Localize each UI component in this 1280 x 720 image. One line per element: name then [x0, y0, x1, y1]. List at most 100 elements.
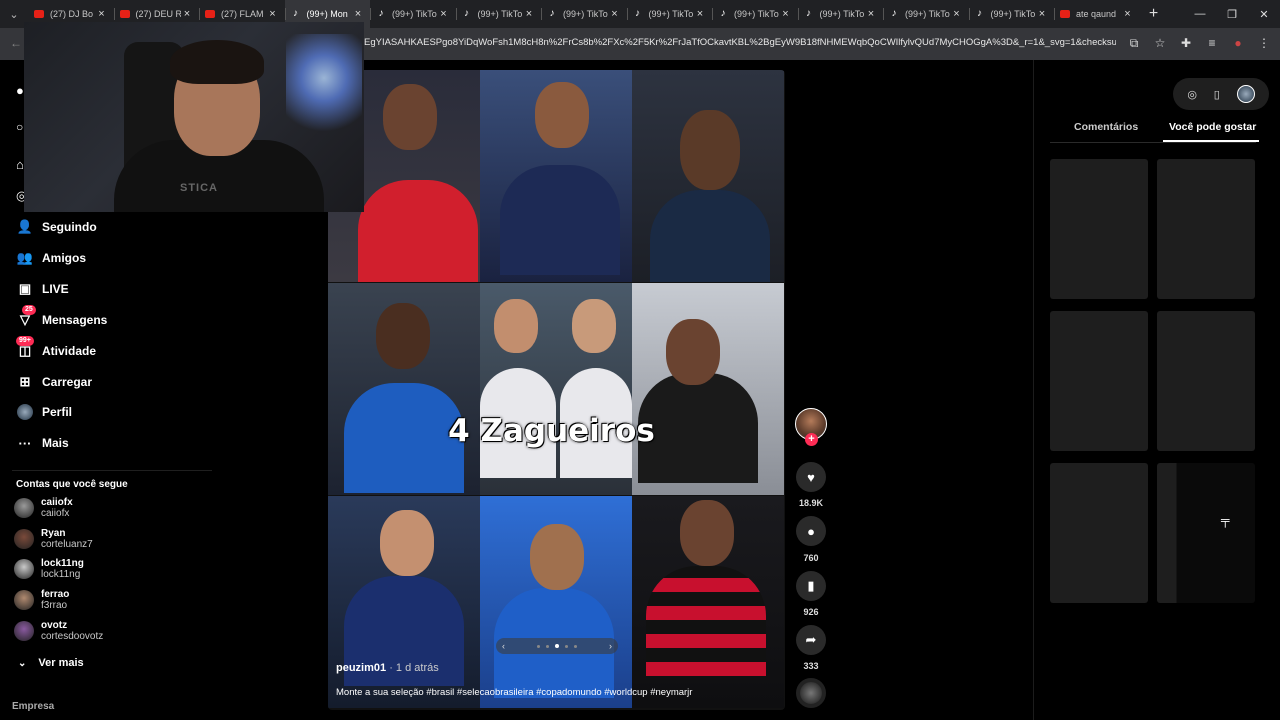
carousel-dot[interactable]: [555, 644, 559, 648]
footer-company-link[interactable]: Empresa: [12, 701, 54, 712]
like-button[interactable]: ♥: [796, 462, 826, 492]
close-tab-icon[interactable]: ×: [1122, 8, 1134, 20]
video-author[interactable]: peuzim01 · 1 d atrás: [336, 662, 439, 674]
suggested-video-thumbnail[interactable]: [1050, 311, 1148, 451]
address-bar-icons: ⧉ ☆ ✚ ≡ ● ⋮: [1126, 36, 1272, 51]
carousel-indicator: ‹ ›: [496, 638, 618, 654]
upload-icon: ⊞: [19, 374, 31, 389]
carousel-next-icon[interactable]: ›: [609, 641, 612, 651]
tab-title: (27) FLAM: [221, 9, 264, 19]
sidebar-item-friends[interactable]: 👥 Amigos: [16, 249, 86, 267]
close-tab-icon[interactable]: ×: [96, 8, 108, 20]
browser-tab[interactable]: (99+) TikTo×: [883, 0, 969, 28]
tab-comments[interactable]: Comentários: [1074, 121, 1138, 133]
minimize-icon[interactable]: —: [1184, 0, 1216, 28]
followed-account[interactable]: caiiofx caiiofx: [14, 497, 73, 519]
sidebar-item-live[interactable]: ▣ LIVE: [16, 280, 69, 298]
close-tab-icon[interactable]: ×: [609, 8, 621, 20]
browser-tab[interactable]: (99+) TikTo×: [370, 0, 456, 28]
carousel-dot[interactable]: [546, 644, 549, 648]
player-photo: [480, 283, 632, 495]
browser-tab[interactable]: (99+) TikTo×: [968, 0, 1055, 28]
tab-title: (99+) TikTo: [990, 9, 1036, 19]
carousel-dot[interactable]: [537, 644, 540, 648]
carousel-dot[interactable]: [574, 644, 577, 648]
close-tab-icon[interactable]: ×: [865, 8, 877, 20]
tiktok-logo-icon[interactable]: ●: [16, 83, 24, 98]
account-name: ovotz: [41, 619, 68, 631]
tiktok-icon: [975, 10, 985, 18]
music-disc-icon[interactable]: [796, 678, 826, 708]
new-tab-button[interactable]: +: [1140, 5, 1168, 23]
tab-title: (99+) TikTo: [905, 9, 950, 19]
see-more-button[interactable]: ⌄ Ver mais: [18, 657, 84, 669]
comment-button[interactable]: ●: [796, 516, 826, 546]
sidebar-item-label: Perfil: [42, 405, 73, 419]
following-accounts-title: Contas que você segue: [16, 479, 128, 490]
extensions-icon[interactable]: ✚: [1178, 36, 1194, 51]
webcam-overlay: STICA: [24, 22, 364, 212]
followed-account[interactable]: Ryan corteluanz7: [14, 528, 93, 550]
account-avatar: [14, 498, 34, 518]
url-text[interactable]: EgYIASAHKAESPgo8YiDqWoFsh1M8cH8n%2FrCs8b…: [364, 37, 1116, 48]
suggested-video-thumbnail[interactable]: [1157, 311, 1255, 451]
close-tab-icon[interactable]: ×: [951, 8, 963, 20]
close-tab-icon[interactable]: ×: [694, 8, 706, 20]
compass-icon[interactable]: ◎: [1187, 88, 1197, 101]
back-icon[interactable]: ←: [10, 36, 22, 50]
close-window-icon[interactable]: ✕: [1248, 0, 1280, 28]
followed-account[interactable]: ferrao f3rrao: [14, 589, 69, 611]
restore-icon[interactable]: ❐: [1216, 0, 1248, 28]
save-button[interactable]: ▮: [796, 571, 826, 601]
window-controls: — ❐ ✕: [1184, 0, 1280, 28]
device-icon[interactable]: ▯: [1214, 88, 1220, 101]
close-tab-icon[interactable]: ×: [181, 8, 193, 20]
tab-title: (99+) TikTo: [392, 9, 437, 19]
browser-tab[interactable]: (99+) TikTo×: [797, 0, 884, 28]
chevron-down-icon: ⌄: [18, 657, 27, 669]
profile-icon[interactable]: ●: [1230, 36, 1246, 51]
author-name[interactable]: peuzim01: [336, 662, 386, 674]
close-tab-icon[interactable]: ×: [438, 8, 450, 20]
search-icon[interactable]: ○: [16, 120, 23, 134]
followed-account[interactable]: ovotz cortesdoovotz: [14, 620, 103, 642]
sidebar-item-activity[interactable]: ◫ 99+ Atividade: [16, 336, 97, 360]
follow-plus-icon[interactable]: +: [805, 433, 818, 446]
carousel-prev-icon[interactable]: ‹: [502, 641, 505, 651]
sidebar-item-profile[interactable]: Perfil: [16, 403, 72, 421]
sidebar-item-label: Atividade: [42, 344, 97, 358]
media-control-icon[interactable]: ≡: [1204, 36, 1220, 51]
browser-tab[interactable]: (99+) TikTo×: [712, 0, 798, 28]
bookmark-star-icon[interactable]: ☆: [1152, 36, 1168, 51]
suggested-video-thumbnail[interactable]: [1157, 159, 1255, 299]
suggested-video-thumbnail[interactable]: [1157, 463, 1255, 603]
video-player[interactable]: 4 Zagueiros ‹ › peuzim01 · 1 d atrás Mon…: [328, 70, 785, 710]
home-icon[interactable]: ⌂: [16, 157, 24, 172]
sidebar-item-upload[interactable]: ⊞ Carregar: [16, 373, 92, 391]
suggested-video-thumbnail[interactable]: [1050, 463, 1148, 603]
user-avatar[interactable]: [1236, 85, 1255, 103]
close-tab-icon[interactable]: ×: [523, 8, 535, 20]
close-tab-icon[interactable]: ×: [1036, 8, 1048, 20]
carousel-dot[interactable]: [565, 644, 568, 648]
sidebar-item-messages[interactable]: ▽ 25 Mensagens: [16, 305, 107, 329]
browser-tab[interactable]: ate qaund ×: [1054, 0, 1140, 28]
suggested-video-thumbnail[interactable]: [1050, 159, 1148, 299]
sidebar-item-following[interactable]: 👤 Seguindo: [16, 218, 97, 236]
close-tab-icon[interactable]: ×: [267, 8, 279, 20]
browser-tab[interactable]: (99+) TikTo×: [626, 0, 713, 28]
browser-tab[interactable]: (99+) TikTo×: [541, 0, 627, 28]
close-tab-icon[interactable]: ×: [780, 8, 792, 20]
browser-menu-icon[interactable]: ⋮: [1256, 36, 1272, 51]
close-tab-icon[interactable]: ×: [352, 8, 364, 20]
install-app-icon[interactable]: ⧉: [1126, 36, 1142, 51]
tab-title: (27) DEU R: [135, 9, 182, 19]
browser-tab[interactable]: (99+) TikTo×: [455, 0, 542, 28]
tab-you-may-like[interactable]: Você pode gostar: [1169, 121, 1256, 133]
player-photo: [480, 70, 632, 282]
tab-title: ate qaund: [1076, 9, 1117, 19]
followed-account[interactable]: lock11ng lock11ng: [14, 558, 84, 580]
activity-icon: ◫ 99+: [16, 336, 34, 360]
share-button[interactable]: ➦: [796, 625, 826, 655]
sidebar-item-more[interactable]: ··· Mais: [16, 434, 69, 452]
